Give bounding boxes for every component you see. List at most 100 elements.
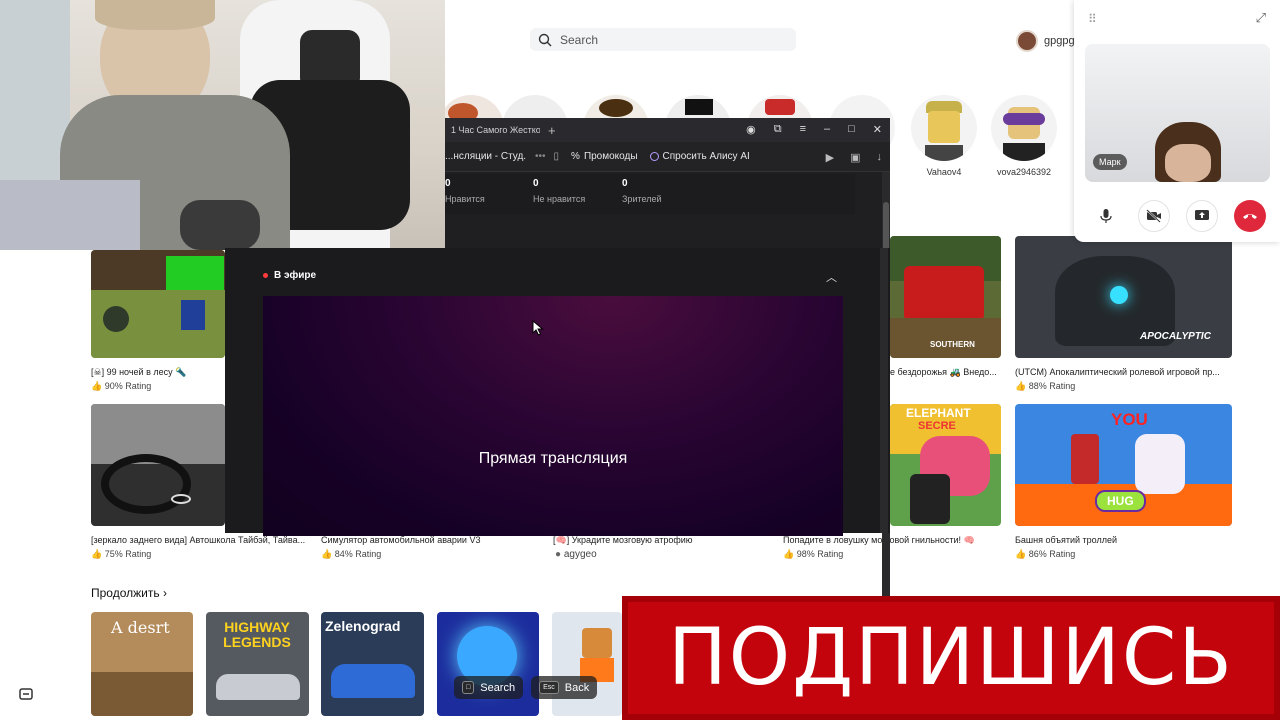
esc-key: Esc (539, 681, 559, 694)
game-title: Башня объятий троллей (1015, 535, 1117, 545)
game-thumbnail[interactable] (91, 404, 225, 526)
game-title: е бездорожья 🚜 Внедо... (890, 367, 997, 377)
thumb-text: HUG (1095, 490, 1146, 512)
hang-up-button[interactable] (1234, 200, 1266, 232)
friend-item[interactable]: vova2946392 (988, 95, 1060, 177)
page-breadcrumb: ...нсляции - Студ... (445, 151, 527, 162)
player-placeholder-text: Прямая трансляция (478, 450, 628, 467)
tile-text: HIGHWAY LEGENDS (223, 619, 291, 650)
username: gpgpg (1044, 35, 1075, 47)
friend-avatar (911, 95, 977, 161)
thumb-text: YOU (1111, 410, 1148, 429)
bookmark-icon[interactable]: ▯ (554, 151, 560, 162)
hint-search[interactable]: □ Search (454, 676, 524, 699)
user-profile[interactable]: gpgpg (1016, 30, 1075, 52)
ask-alice-button[interactable]: Спросить Алису AI (649, 151, 750, 162)
game-title: (UTCM) Апокалиптический ролевой игровой … (1015, 367, 1220, 377)
corner-app-icon (19, 688, 33, 700)
game-thumbnail[interactable]: SOUTHERN (890, 236, 1001, 358)
mouse-cursor-icon (532, 320, 544, 336)
window-controls: ◉ ⧉ ≡ – □ ✕ (746, 123, 882, 136)
game-creator: ● agygeo (555, 549, 597, 560)
percent-icon: % (571, 151, 580, 162)
continue-tile[interactable] (437, 612, 539, 716)
stat-viewers: 0 Зрителей (622, 178, 662, 204)
continue-tile[interactable] (552, 612, 622, 716)
search-key-icon: □ (462, 681, 475, 694)
promo-button[interactable]: % Промокоды (571, 151, 638, 162)
avatar (1016, 30, 1038, 52)
game-rating: 👍 86% Rating (1015, 549, 1076, 559)
stat-dislikes: 0 Не нравится (533, 178, 586, 204)
browser-window: 1 Час Самого Жесткого + ◉ ⧉ ≡ – □ ✕ ...н… (445, 118, 890, 622)
drag-handle-icon[interactable]: ⠿ (1088, 12, 1097, 26)
game-thumbnail[interactable]: APOCALYPTIC (1015, 236, 1232, 358)
game-title: Симулятор автомобильной аварии V3 (321, 535, 481, 545)
webcam-overlay (0, 0, 445, 250)
new-tab-button[interactable]: + (548, 123, 556, 138)
minimize-button[interactable]: – (824, 123, 830, 136)
subscribe-banner: ПОДПИШИСЬ (622, 596, 1280, 720)
game-rating: 👍 90% Rating (91, 381, 152, 391)
close-button[interactable]: ✕ (873, 123, 882, 136)
game-title: [🧠] Украдите мозговую атрофию (553, 535, 693, 545)
profile-icon[interactable]: ◉ (746, 123, 756, 136)
browser-tab[interactable]: 1 Час Самого Жесткого (445, 125, 540, 135)
continue-tile[interactable]: A desrt (91, 612, 193, 716)
stat-likes: 0 Нравится (445, 178, 485, 204)
game-rating: 👍 88% Rating (1015, 381, 1076, 391)
microphone-icon (1100, 209, 1112, 223)
game-rating: 👍 75% Rating (91, 549, 152, 559)
microphone-button[interactable] (1090, 200, 1122, 232)
video-player[interactable]: Прямая трансляция (263, 296, 843, 536)
download-icon[interactable]: ↓ (877, 151, 883, 164)
game-title: Попадите в ловушку мозговой гнильности! … (783, 535, 975, 545)
continue-section-link[interactable]: Продолжить › (91, 586, 167, 600)
game-rating: 👍 84% Rating (321, 549, 382, 559)
search-placeholder: Search (560, 32, 599, 47)
thumb-text: ELEPHANT (906, 406, 971, 420)
friend-name: Vahaov4 (926, 167, 962, 177)
browser-tab-bar: 1 Час Самого Жесткого + ◉ ⧉ ≡ – □ ✕ (445, 118, 890, 142)
collapse-chevron-icon[interactable]: ︿ (826, 269, 837, 285)
live-header: В эфире (263, 270, 316, 281)
controller-hints: □ Search Esc Back (454, 676, 598, 699)
game-title: [☠] 99 ночей в лесу 🔦 (91, 367, 187, 377)
thumb-text: SOUTHERN (930, 340, 975, 349)
screen-share-button[interactable] (1186, 200, 1218, 232)
camera-off-icon (1146, 209, 1161, 223)
game-thumbnail[interactable]: ELEPHANT SECRE (890, 404, 1001, 526)
stream-stats: 0 Нравится 0 Не нравится 0 Зрителей (445, 174, 855, 214)
game-thumbnail[interactable]: YOU HUG (1015, 404, 1232, 526)
toolbar-icons: ▶ ▣ ↓ (826, 151, 882, 164)
participant-video: Марк (1085, 44, 1270, 182)
live-panel: В эфире ︿ Прямая трансляция (225, 248, 890, 536)
tile-text: Zelenograd (325, 618, 401, 634)
expand-icon[interactable]: ⤢ (1256, 10, 1266, 26)
video-call-window: ⠿ ⤢ Марк (1074, 0, 1280, 242)
extensions-icon[interactable]: ▣ (850, 151, 860, 164)
tabs-icon[interactable]: ⧉ (774, 123, 782, 136)
continue-tile[interactable]: Zelenograd (321, 612, 424, 716)
browser-toolbar: ...нсляции - Студ... ••• ▯ % Промокоды Сп… (445, 142, 890, 172)
thumb-text: SECRE (918, 420, 956, 432)
tile-text: A desrt (111, 618, 170, 637)
maximize-button[interactable]: □ (848, 123, 855, 136)
menu-icon[interactable]: ≡ (800, 123, 806, 136)
camera-toggle-button[interactable] (1138, 200, 1170, 232)
participant-name: Марк (1093, 154, 1127, 170)
more-icon[interactable]: ••• (535, 151, 546, 162)
game-rating: 👍 98% Rating (783, 549, 844, 559)
friend-item[interactable]: Vahaov4 (908, 95, 980, 177)
panel-scrollbar[interactable] (880, 248, 888, 533)
hang-up-icon (1243, 214, 1257, 219)
game-thumbnail[interactable] (91, 250, 225, 358)
thumb-text: APOCALYPTIC (1140, 331, 1211, 342)
hint-back[interactable]: Esc Back (531, 676, 598, 699)
alice-icon (649, 152, 659, 161)
friend-avatar (991, 95, 1057, 161)
play-icon[interactable]: ▶ (826, 151, 834, 164)
search-input[interactable]: Search (530, 28, 796, 51)
screen-share-icon (1195, 210, 1209, 220)
continue-tile[interactable]: HIGHWAY LEGENDS (206, 612, 309, 716)
